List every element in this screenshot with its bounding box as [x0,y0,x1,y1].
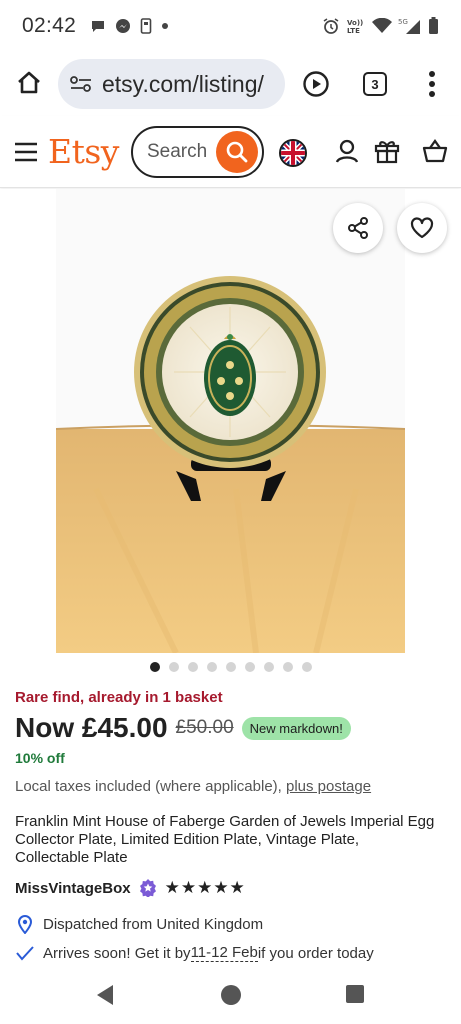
status-bar: 02:42 Vo)) LTE 5G [0,0,461,52]
search-input[interactable]: Search [131,126,264,178]
search-icon [226,141,248,163]
gift-button[interactable] [374,138,400,164]
status-time: 02:42 [22,14,77,37]
uk-flag-icon [281,141,305,165]
media-play-button[interactable] [302,70,330,98]
browser-toolbar: etsy.com/listing/ 3 [0,52,461,116]
location-pin-icon [15,914,35,934]
gallery-dot[interactable] [187,662,198,672]
favourite-button[interactable] [397,203,447,253]
arrival-info: Arrives soon! Get it by 11-12 Feb if you… [15,943,374,963]
more-vert-icon [429,71,435,97]
product-photo[interactable] [56,189,405,653]
home-icon [18,71,40,94]
site-settings-icon[interactable] [70,75,92,93]
share-button[interactable] [333,203,383,253]
system-nav-bar [0,968,461,1024]
back-icon[interactable] [95,984,115,1006]
basket-button[interactable] [422,138,448,164]
notification-icons [90,18,169,34]
dot-icon [162,23,169,29]
arrival-prefix: Arrives soon! Get it by [43,944,191,962]
user-icon [335,139,359,163]
price-row: Now £45.00 £50.00 New markdown! [15,710,351,746]
heart-icon [410,217,434,239]
basket-icon [422,139,448,163]
postage-link[interactable]: plus postage [286,778,371,795]
markdown-badge: New markdown! [241,716,351,740]
battery-icon [429,17,438,34]
etsy-logo[interactable]: Etsy [48,132,119,171]
menu-button[interactable] [14,142,38,162]
svg-text:Vo)): Vo)) [347,19,363,27]
tab-switcher-button[interactable]: 3 [363,72,387,96]
current-price: Now £45.00 [15,712,168,743]
checkmark-icon [15,943,35,963]
gallery-dot[interactable] [301,662,312,672]
phone-device-icon [140,18,152,34]
account-button[interactable] [334,138,360,164]
gallery-dot[interactable] [206,662,217,672]
plate-photo-image [56,189,405,653]
rating-stars[interactable]: ★★★★★ [165,878,246,898]
recents-icon[interactable] [345,984,365,1004]
arrival-suffix: if you order today [257,944,374,962]
play-circle-icon [303,71,329,97]
gift-icon [374,141,400,164]
dispatch-info: Dispatched from United Kingdom [15,914,263,934]
dispatch-text: Dispatched from United Kingdom [43,915,264,933]
arrival-dates[interactable]: 11-12 Feb [190,944,258,962]
gallery-dot[interactable] [244,662,255,672]
gallery-dot[interactable] [168,662,179,672]
tax-note: Local taxes included (where applicable),… [15,778,371,795]
gallery-dot[interactable] [263,662,274,672]
browser-menu-button[interactable] [424,68,440,100]
signal-5g-icon: 5G [398,18,420,34]
original-price: £50.00 [175,717,234,738]
system-icons: Vo)) LTE 5G [322,17,439,35]
shop-row: MissVintageBox ★★★★★ [15,878,246,898]
svg-text:5G: 5G [398,18,408,26]
scarcity-message: Rare find, already in 1 basket [15,689,223,706]
product-gallery[interactable] [0,189,461,653]
star-seller-badge-icon [139,879,156,897]
site-header: Etsy Search [0,116,461,188]
share-icon [348,217,368,239]
chat-bubble-icon [92,21,105,32]
home-circle-icon[interactable] [220,984,242,1006]
url-text: etsy.com/listing/ [102,70,264,97]
alarm-icon [323,18,339,34]
address-bar[interactable]: etsy.com/listing/ [58,59,285,109]
region-flag-button[interactable] [279,139,307,167]
listing-title: Franklin Mint House of Faberge Garden of… [15,813,435,866]
home-button[interactable] [14,68,44,98]
gallery-pagination [0,662,461,672]
gallery-dot[interactable] [149,662,160,672]
messenger-icon [116,19,131,33]
discount-label: 10% off [15,750,65,766]
gallery-dot[interactable] [225,662,236,672]
volte-icon: Vo))LTE [347,19,363,35]
search-placeholder: Search [147,141,208,162]
search-button[interactable] [216,131,258,173]
gallery-dot[interactable] [282,662,293,672]
wifi-icon [372,18,392,33]
hamburger-icon [15,142,37,162]
tax-text: Local taxes included (where applicable), [15,778,286,795]
svg-text:LTE: LTE [347,27,360,35]
shop-name-link[interactable]: MissVintageBox [15,880,131,897]
